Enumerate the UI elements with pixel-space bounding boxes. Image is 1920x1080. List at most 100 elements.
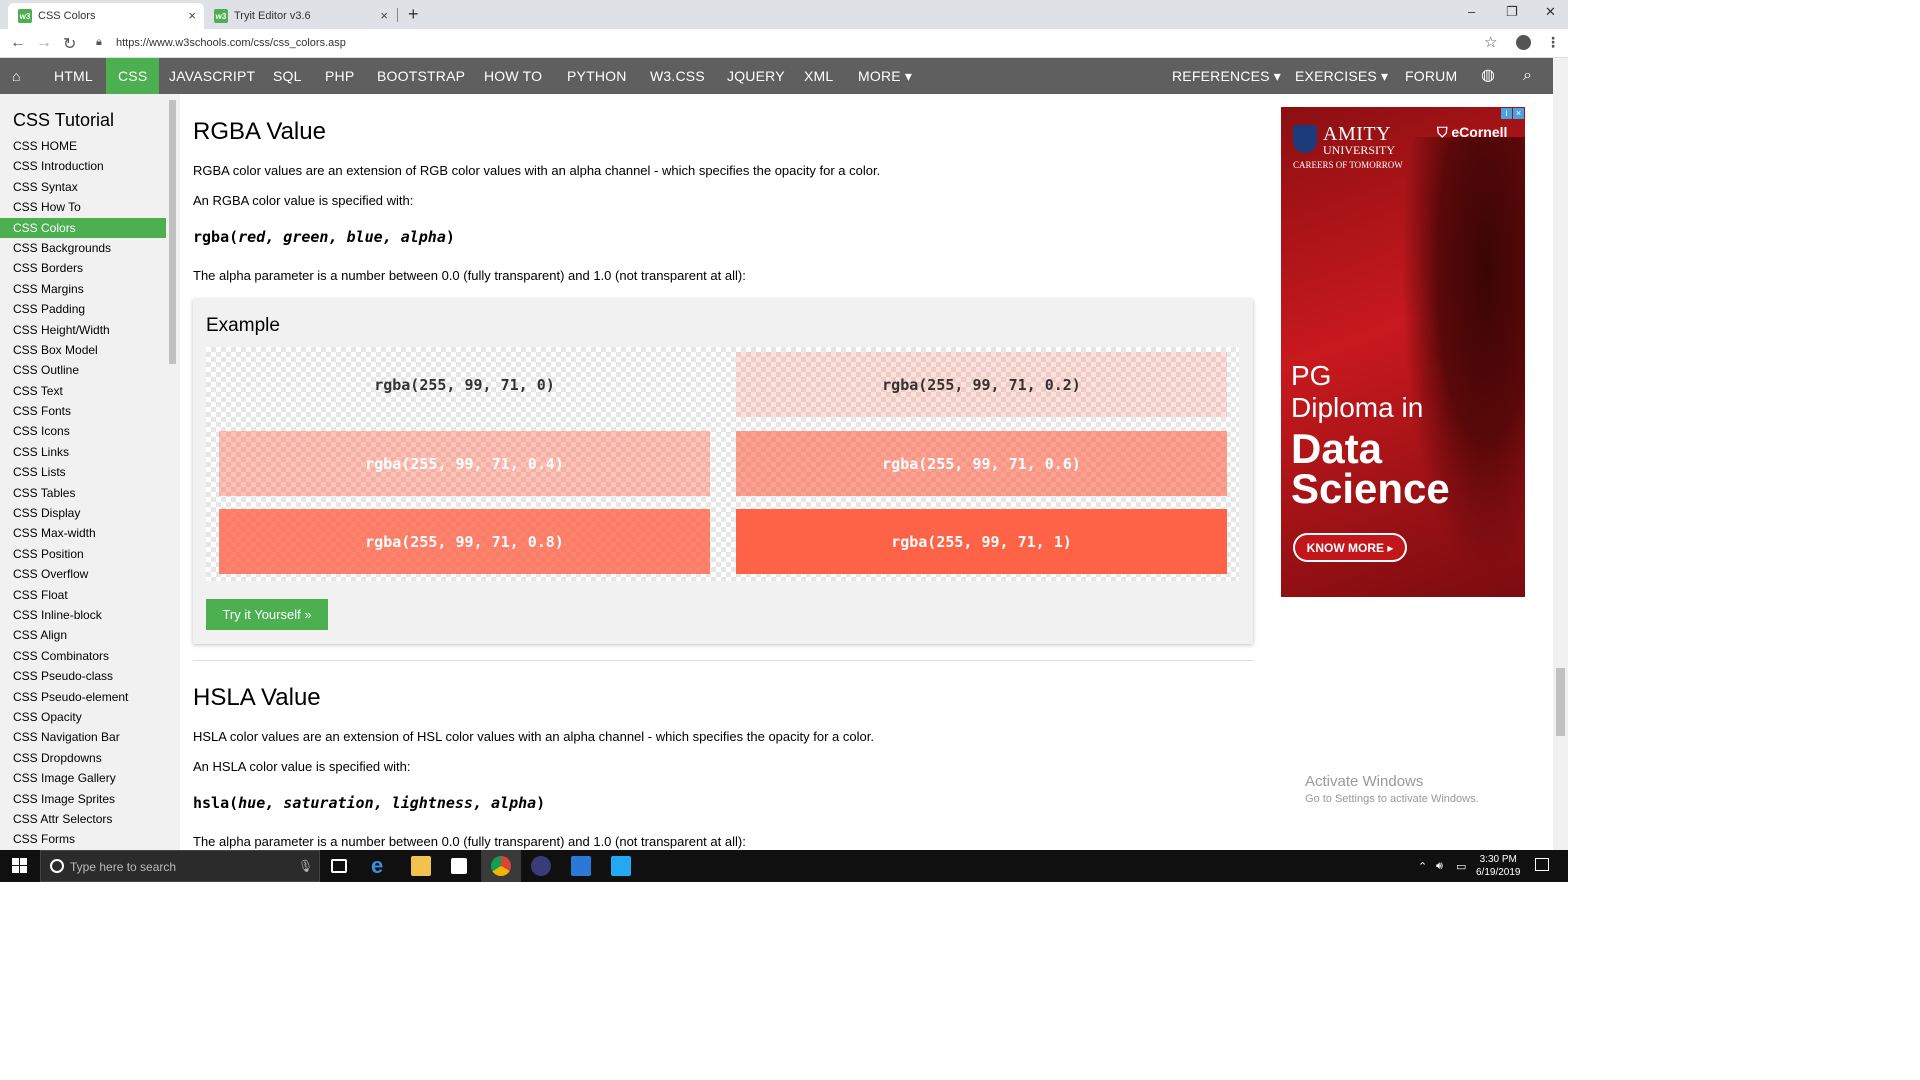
- nav-references-dropdown[interactable]: REFERENCES ▾: [1172, 58, 1281, 94]
- sidebar-item-css-icons[interactable]: CSS Icons: [0, 421, 166, 441]
- windows-taskbar: Type here to search 🎙︎ e ⌃ 🔊︎ ▭ 3:30 PM …: [0, 850, 1568, 882]
- minimize-window-button[interactable]: –: [1468, 4, 1475, 19]
- browser-menu-icon[interactable]: ⋮: [1546, 34, 1560, 51]
- sidebar-item-css-combinators[interactable]: CSS Combinators: [0, 646, 166, 666]
- nav-xml[interactable]: XML: [804, 58, 833, 94]
- sidebar-item-css-tables[interactable]: CSS Tables: [0, 483, 166, 503]
- sidebar-item-css-dropdowns[interactable]: CSS Dropdowns: [0, 748, 166, 768]
- edge-icon[interactable]: e: [371, 853, 391, 878]
- nav-php[interactable]: PHP: [325, 58, 354, 94]
- sidebar-item-css-attr-selectors[interactable]: CSS Attr Selectors: [0, 809, 166, 829]
- sidebar-item-css-how-to[interactable]: CSS How To: [0, 197, 166, 217]
- nav-sql[interactable]: SQL: [273, 58, 302, 94]
- sidebar-item-css-margins[interactable]: CSS Margins: [0, 279, 166, 299]
- store-icon[interactable]: [451, 858, 467, 874]
- sidebar-item-css-position[interactable]: CSS Position: [0, 544, 166, 564]
- sidebar-item-css-forms[interactable]: CSS Forms: [0, 829, 166, 849]
- sidebar-item-css-colors[interactable]: CSS Colors: [0, 217, 166, 238]
- sidebar-item-css-box-model[interactable]: CSS Box Model: [0, 340, 166, 360]
- app-icon[interactable]: [531, 856, 551, 876]
- browser-tab-css-colors[interactable]: w3 CSS Colors ×: [8, 3, 204, 29]
- volume-icon[interactable]: 🔊︎: [1436, 860, 1443, 873]
- sidebar-item-css-text[interactable]: CSS Text: [0, 381, 166, 401]
- sidebar-item-css-navigation-bar[interactable]: CSS Navigation Bar: [0, 727, 166, 747]
- sidebar-item-css-opacity[interactable]: CSS Opacity: [0, 707, 166, 727]
- hsla-specified: An HSLA color value is specified with:: [193, 759, 411, 774]
- vscode-icon[interactable]: [611, 856, 631, 876]
- close-tab-icon[interactable]: ×: [188, 8, 196, 23]
- reload-icon[interactable]: ↻: [63, 34, 76, 54]
- ad-close-icon[interactable]: ×: [1513, 108, 1524, 119]
- nav-python[interactable]: PYTHON: [567, 58, 627, 94]
- sidebar-item-css-height-width[interactable]: CSS Height/Width: [0, 320, 166, 340]
- notepad-icon[interactable]: [571, 856, 591, 876]
- task-view-icon[interactable]: [331, 859, 347, 873]
- sidebar-item-css-fonts[interactable]: CSS Fonts: [0, 401, 166, 421]
- browser-tab-tryit-editor[interactable]: w3 Tryit Editor v3.6 ×: [204, 3, 396, 29]
- maximize-window-button[interactable]: ❐: [1506, 4, 1518, 20]
- bookmark-star-icon[interactable]: ☆: [1484, 33, 1497, 51]
- sidebar-item-css-syntax[interactable]: CSS Syntax: [0, 177, 166, 197]
- nav-css[interactable]: CSS: [106, 58, 160, 94]
- search-icon[interactable]: ⌕: [1523, 58, 1532, 94]
- forward-arrow-icon[interactable]: →: [36, 34, 52, 52]
- taskbar-clock[interactable]: 3:30 PM 6/19/2019: [1476, 853, 1521, 879]
- activate-windows-watermark: Activate Windows Go to Settings to activ…: [1305, 773, 1479, 805]
- try-it-yourself-button[interactable]: Try it Yourself »: [206, 599, 328, 630]
- close-window-button[interactable]: ✕: [1545, 4, 1556, 20]
- lock-icon[interactable]: 🔒︎: [96, 36, 102, 49]
- sidebar-item-css-home[interactable]: CSS HOME: [0, 136, 166, 156]
- sidebar-scrollbar[interactable]: [167, 94, 178, 850]
- sidebar-item-css-image-gallery[interactable]: CSS Image Gallery: [0, 768, 166, 788]
- url-field[interactable]: https://www.w3schools.com/css/css_colors…: [116, 37, 346, 49]
- taskbar-search-placeholder: Type here to search: [70, 860, 177, 874]
- site-top-nav: ⌂ HTML CSS JAVASCRIPT SQL PHP BOOTSTRAP …: [0, 58, 1553, 94]
- page-scrollbar[interactable]: [1553, 58, 1568, 850]
- sidebar-item-css-image-sprites[interactable]: CSS Image Sprites: [0, 789, 166, 809]
- sidebar-item-css-pseudo-class[interactable]: CSS Pseudo-class: [0, 666, 166, 686]
- nav-html[interactable]: HTML: [54, 58, 93, 94]
- sidebar-item-css-align[interactable]: CSS Align: [0, 625, 166, 645]
- nav-bootstrap[interactable]: BOOTSTRAP: [377, 58, 465, 94]
- sidebar-item-css-float[interactable]: CSS Float: [0, 585, 166, 605]
- sidebar-item-css-lists[interactable]: CSS Lists: [0, 462, 166, 482]
- network-icon[interactable]: ▭: [1456, 860, 1466, 873]
- sidebar-item-css-borders[interactable]: CSS Borders: [0, 258, 166, 278]
- profile-avatar-icon[interactable]: [1516, 35, 1531, 50]
- sidebar-item-css-outline[interactable]: CSS Outline: [0, 360, 166, 380]
- nav-jquery[interactable]: JQUERY: [727, 58, 785, 94]
- ad-know-more-button[interactable]: KNOW MORE ▸: [1293, 533, 1407, 562]
- home-icon[interactable]: ⌂: [12, 58, 21, 94]
- advertisement-banner[interactable]: i × AMITY UNIVERSITY CAREERS OF TOMORROW…: [1281, 107, 1525, 597]
- tray-chevron-icon[interactable]: ⌃: [1418, 860, 1427, 873]
- nav-exercises-dropdown[interactable]: EXERCISES ▾: [1295, 58, 1388, 94]
- sidebar-item-css-display[interactable]: CSS Display: [0, 503, 166, 523]
- nav-how-to[interactable]: HOW TO: [484, 58, 542, 94]
- sidebar-item-css-padding[interactable]: CSS Padding: [0, 299, 166, 319]
- new-tab-button[interactable]: +: [408, 4, 419, 25]
- sidebar-item-css-links[interactable]: CSS Links: [0, 442, 166, 462]
- sidebar-item-css-backgrounds[interactable]: CSS Backgrounds: [0, 238, 166, 258]
- sidebar-item-css-overflow[interactable]: CSS Overflow: [0, 564, 166, 584]
- back-arrow-icon[interactable]: ←: [10, 34, 26, 52]
- example-title: Example: [206, 315, 280, 336]
- page-scrollbar-thumb[interactable]: [1556, 668, 1565, 736]
- sidebar-item-css-introduction[interactable]: CSS Introduction: [0, 156, 166, 176]
- nav-w3css[interactable]: W3.CSS: [650, 58, 705, 94]
- sidebar-item-css-max-width[interactable]: CSS Max-width: [0, 523, 166, 543]
- nav-more-dropdown[interactable]: MORE ▾: [858, 58, 912, 94]
- file-explorer-icon[interactable]: [411, 856, 431, 876]
- sidebar-scrollbar-thumb[interactable]: [169, 100, 176, 364]
- chrome-icon[interactable]: [491, 856, 511, 876]
- microphone-icon[interactable]: 🎙︎: [298, 859, 313, 873]
- globe-icon[interactable]: ◍: [1481, 58, 1495, 94]
- sidebar-item-css-pseudo-element[interactable]: CSS Pseudo-element: [0, 687, 166, 707]
- taskbar-search-box[interactable]: Type here to search 🎙︎: [40, 850, 320, 882]
- nav-javascript[interactable]: JAVASCRIPT: [169, 58, 255, 94]
- ad-info-icon[interactable]: i: [1501, 108, 1512, 119]
- windows-start-icon[interactable]: [12, 858, 28, 874]
- close-tab-icon[interactable]: ×: [380, 8, 388, 23]
- nav-forum[interactable]: FORUM: [1405, 58, 1457, 94]
- sidebar-item-css-inline-block[interactable]: CSS Inline-block: [0, 605, 166, 625]
- action-center-icon[interactable]: [1535, 858, 1549, 871]
